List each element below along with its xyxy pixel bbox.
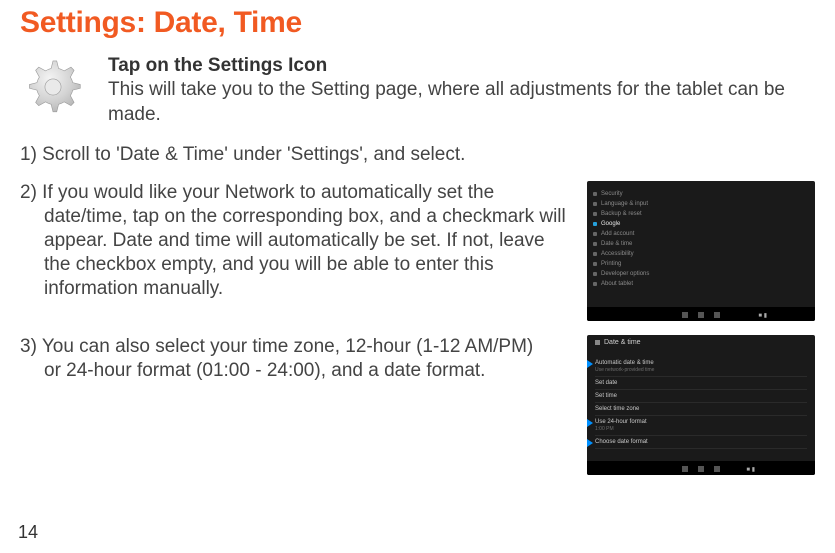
screenshot2-row: Use 24-hour format1:00 PM bbox=[595, 416, 807, 436]
page-number: 14 bbox=[18, 522, 38, 543]
screenshot1-sidebar-item: Backup & reset bbox=[587, 209, 667, 219]
intro-row: Tap on the Settings Icon This will take … bbox=[20, 54, 815, 127]
step-3-rest: or 24-hour format (01:00 - 24:00), and a… bbox=[20, 359, 575, 383]
step-3-line1: 3) You can also select your time zone, 1… bbox=[20, 335, 575, 359]
screenshot1-sidebar-item: Google bbox=[587, 219, 667, 229]
intro-heading: Tap on the Settings Icon bbox=[108, 54, 815, 78]
screenshot2-row: Set time bbox=[595, 390, 807, 403]
step-1: 1) Scroll to 'Date & Time' under 'Settin… bbox=[20, 143, 815, 167]
step-3-row: 3) You can also select your time zone, 1… bbox=[20, 335, 815, 475]
screenshot-settings-list: SecurityLanguage & inputBackup & resetGo… bbox=[587, 181, 815, 321]
screenshot1-sidebar-item: Printing bbox=[587, 259, 667, 269]
screenshot2-row: Select time zone bbox=[595, 403, 807, 416]
page-title: Settings: Date, Time bbox=[20, 0, 815, 40]
screenshot1-sidebar-item: Add account bbox=[587, 229, 667, 239]
screenshot2-row: Choose date format bbox=[595, 436, 807, 449]
screenshot1-sidebar-item: Developer options bbox=[587, 269, 667, 279]
step-2-row: 2) If you would like your Network to aut… bbox=[20, 181, 815, 321]
screenshot2-row: Automatic date & timeUse network-provide… bbox=[595, 357, 807, 377]
screenshot1-sidebar-item: Language & input bbox=[587, 199, 667, 209]
screenshot1-sidebar-item: Date & time bbox=[587, 239, 667, 249]
page: Settings: Date, Time Tap on the Settings… bbox=[0, 0, 835, 553]
screenshot1-sidebar-item: About tablet bbox=[587, 279, 667, 289]
settings-gear-icon bbox=[20, 54, 86, 120]
step-2-rest: date/time, tap on the corresponding box,… bbox=[20, 205, 575, 301]
intro-text: Tap on the Settings Icon This will take … bbox=[108, 54, 815, 127]
screenshot-date-time: Date & time Automatic date & timeUse net… bbox=[587, 335, 815, 475]
step-3-text: 3) You can also select your time zone, 1… bbox=[20, 335, 575, 383]
screenshot1-sidebar-item: Accessibility bbox=[587, 249, 667, 259]
screenshot2-row: Set date bbox=[595, 377, 807, 390]
shot2-header: Date & time bbox=[604, 339, 641, 346]
intro-body: This will take you to the Setting page, … bbox=[108, 79, 785, 124]
step-2-line1: 2) If you would like your Network to aut… bbox=[20, 181, 575, 205]
step-2-text: 2) If you would like your Network to aut… bbox=[20, 181, 575, 301]
screenshot1-sidebar-item: Security bbox=[587, 189, 667, 199]
